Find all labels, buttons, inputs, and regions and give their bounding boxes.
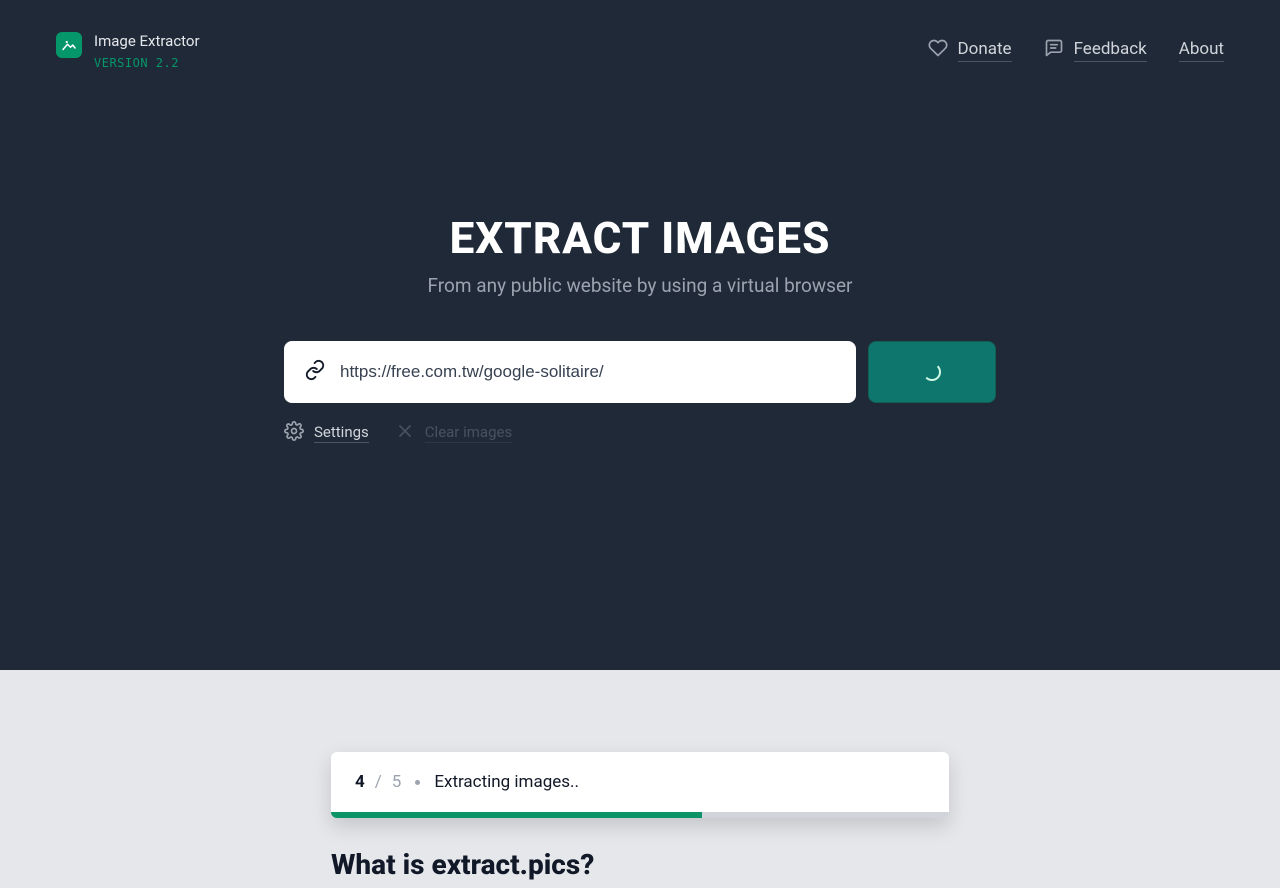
- clear-images-button[interactable]: Clear images: [395, 421, 512, 445]
- what-is-heading: What is extract.pics?: [331, 848, 949, 881]
- url-input-wrap[interactable]: [284, 341, 856, 403]
- clear-images-label: Clear images: [425, 423, 512, 443]
- header-nav: Donate Feedback About: [928, 32, 1225, 62]
- loading-spinner-icon: [923, 363, 941, 381]
- hero-title: EXTRACT IMAGES: [450, 212, 831, 264]
- heart-icon: [928, 38, 948, 62]
- hero-subtitle: From any public website by using a virtu…: [428, 274, 853, 297]
- message-icon: [1044, 38, 1064, 62]
- progress-bar: [331, 812, 949, 818]
- status-separator-dot: [415, 780, 420, 785]
- about-link[interactable]: About: [1179, 39, 1224, 62]
- settings-button[interactable]: Settings: [284, 421, 369, 445]
- feedback-link[interactable]: Feedback: [1044, 38, 1147, 62]
- close-icon: [395, 421, 415, 445]
- extract-button[interactable]: [868, 341, 996, 403]
- about-label: About: [1179, 39, 1224, 62]
- status-slash: /: [375, 772, 382, 792]
- status-message: Extracting images..: [434, 772, 579, 792]
- link-icon: [304, 359, 326, 385]
- feedback-label: Feedback: [1074, 39, 1147, 62]
- picture-icon: [56, 32, 82, 58]
- donate-link[interactable]: Donate: [928, 38, 1012, 62]
- brand-title: Image Extractor: [94, 32, 200, 50]
- brand-version: VERSION 2.2: [94, 56, 200, 70]
- progress-fill: [331, 812, 702, 818]
- status-total: 5: [392, 772, 402, 792]
- status-current: 4: [355, 772, 365, 792]
- gear-icon: [284, 421, 304, 445]
- brand: Image Extractor VERSION 2.2: [56, 32, 200, 70]
- status-card: 4 / 5 Extracting images..: [331, 752, 949, 818]
- settings-label: Settings: [314, 423, 369, 443]
- url-input[interactable]: [340, 362, 836, 382]
- donate-label: Donate: [958, 39, 1012, 62]
